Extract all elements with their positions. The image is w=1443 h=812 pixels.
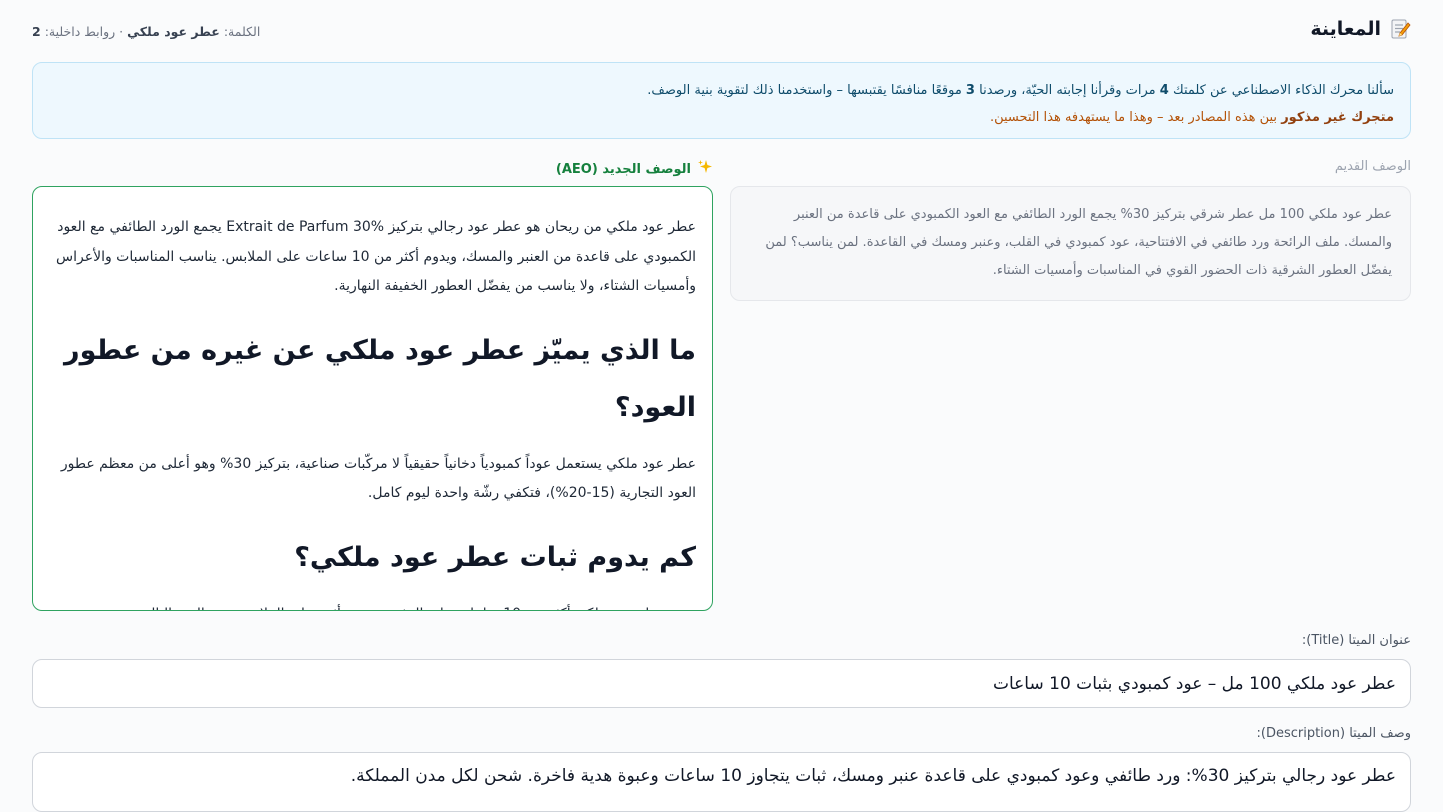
old-description-text: عطر عود ملكي 100 مل عطر شرقي بتركيز 30% … xyxy=(765,207,1392,278)
insight-text-c: موقعًا منافسًا يقتبسها – واستخدمنا ذلك ل… xyxy=(647,83,962,98)
sparkles-icon xyxy=(697,159,713,179)
insight-line-1: سألنا محرك الذكاء الاصطناعي عن كلمتك 4 م… xyxy=(49,77,1394,104)
internal-links-count: 2 xyxy=(32,24,41,39)
new-description-box[interactable]: عطر عود ملكي من ريحان هو عطر عود رجالي ب… xyxy=(32,186,713,611)
competitor-count: 3 xyxy=(965,83,975,98)
new-description-label: الوصف الجديد (AEO) xyxy=(555,161,691,177)
new-description-heading-2: كم يدوم ثبات عطر عود ملكي؟ xyxy=(294,541,696,573)
keyword-value: عطر عود ملكي xyxy=(127,24,220,39)
preview-header: المعاينة الكلمة: عطر عود ملكي · روابط دا… xyxy=(32,18,1411,48)
insight-text-b: مرات وقرأنا إجابته الحيّة، ورصدنا xyxy=(979,83,1156,98)
meta-separator: · xyxy=(119,24,124,39)
ai-insight-banner: سألنا محرك الذكاء الاصطناعي عن كلمتك 4 م… xyxy=(32,62,1411,139)
keyword-label: الكلمة: xyxy=(223,24,261,39)
internal-links-label: روابط داخلية: xyxy=(44,24,116,39)
meta-description-input[interactable]: عطر عود رجالي بتركيز 30%: ورد طائفي وعود… xyxy=(32,752,1411,812)
page-title: المعاينة xyxy=(1310,18,1381,40)
new-description-label-wrap: الوصف الجديد (AEO) xyxy=(556,159,713,179)
keyword-meta: الكلمة: عطر عود ملكي · روابط داخلية: 2 xyxy=(32,24,260,39)
new-description-intro: عطر عود ملكي من ريحان هو عطر عود رجالي ب… xyxy=(56,219,696,294)
old-description-box: عطر عود ملكي 100 مل عطر شرقي بتركيز 30% … xyxy=(730,186,1411,301)
meta-description-label: وصف الميتا (Description): xyxy=(1256,726,1411,741)
insight-text-d: بين هذه المصادر بعد – وهذا ما يستهدفه هذ… xyxy=(989,110,1278,125)
meta-title-input[interactable] xyxy=(32,659,1411,708)
old-description-label: الوصف القديم xyxy=(1334,159,1411,174)
memo-icon xyxy=(1389,18,1411,40)
preview-page: المعاينة الكلمة: عطر عود ملكي · روابط دا… xyxy=(0,0,1443,812)
store-not-mentioned: متجرك غير مذكور xyxy=(1281,110,1394,125)
meta-title-label: عنوان الميتا (Title): xyxy=(1301,633,1411,648)
new-description-paragraph-2: عطر عود ملكي يستعمل عوداً كمبودياً دخاني… xyxy=(60,455,696,502)
new-description-heading-1: ما الذي يميّز عطر عود ملكي عن غيره من عط… xyxy=(64,334,696,423)
query-count: 4 xyxy=(1159,83,1169,98)
page-title-wrap: المعاينة xyxy=(1310,18,1411,40)
insight-line-2: متجرك غير مذكور بين هذه المصادر بعد – وه… xyxy=(49,104,1394,131)
new-description-paragraph-3: يدوم عطر عود ملكي أكثر من 10 ساعات على ا… xyxy=(49,600,696,611)
insight-text-a: سألنا محرك الذكاء الاصطناعي عن كلمتك xyxy=(1172,83,1394,98)
